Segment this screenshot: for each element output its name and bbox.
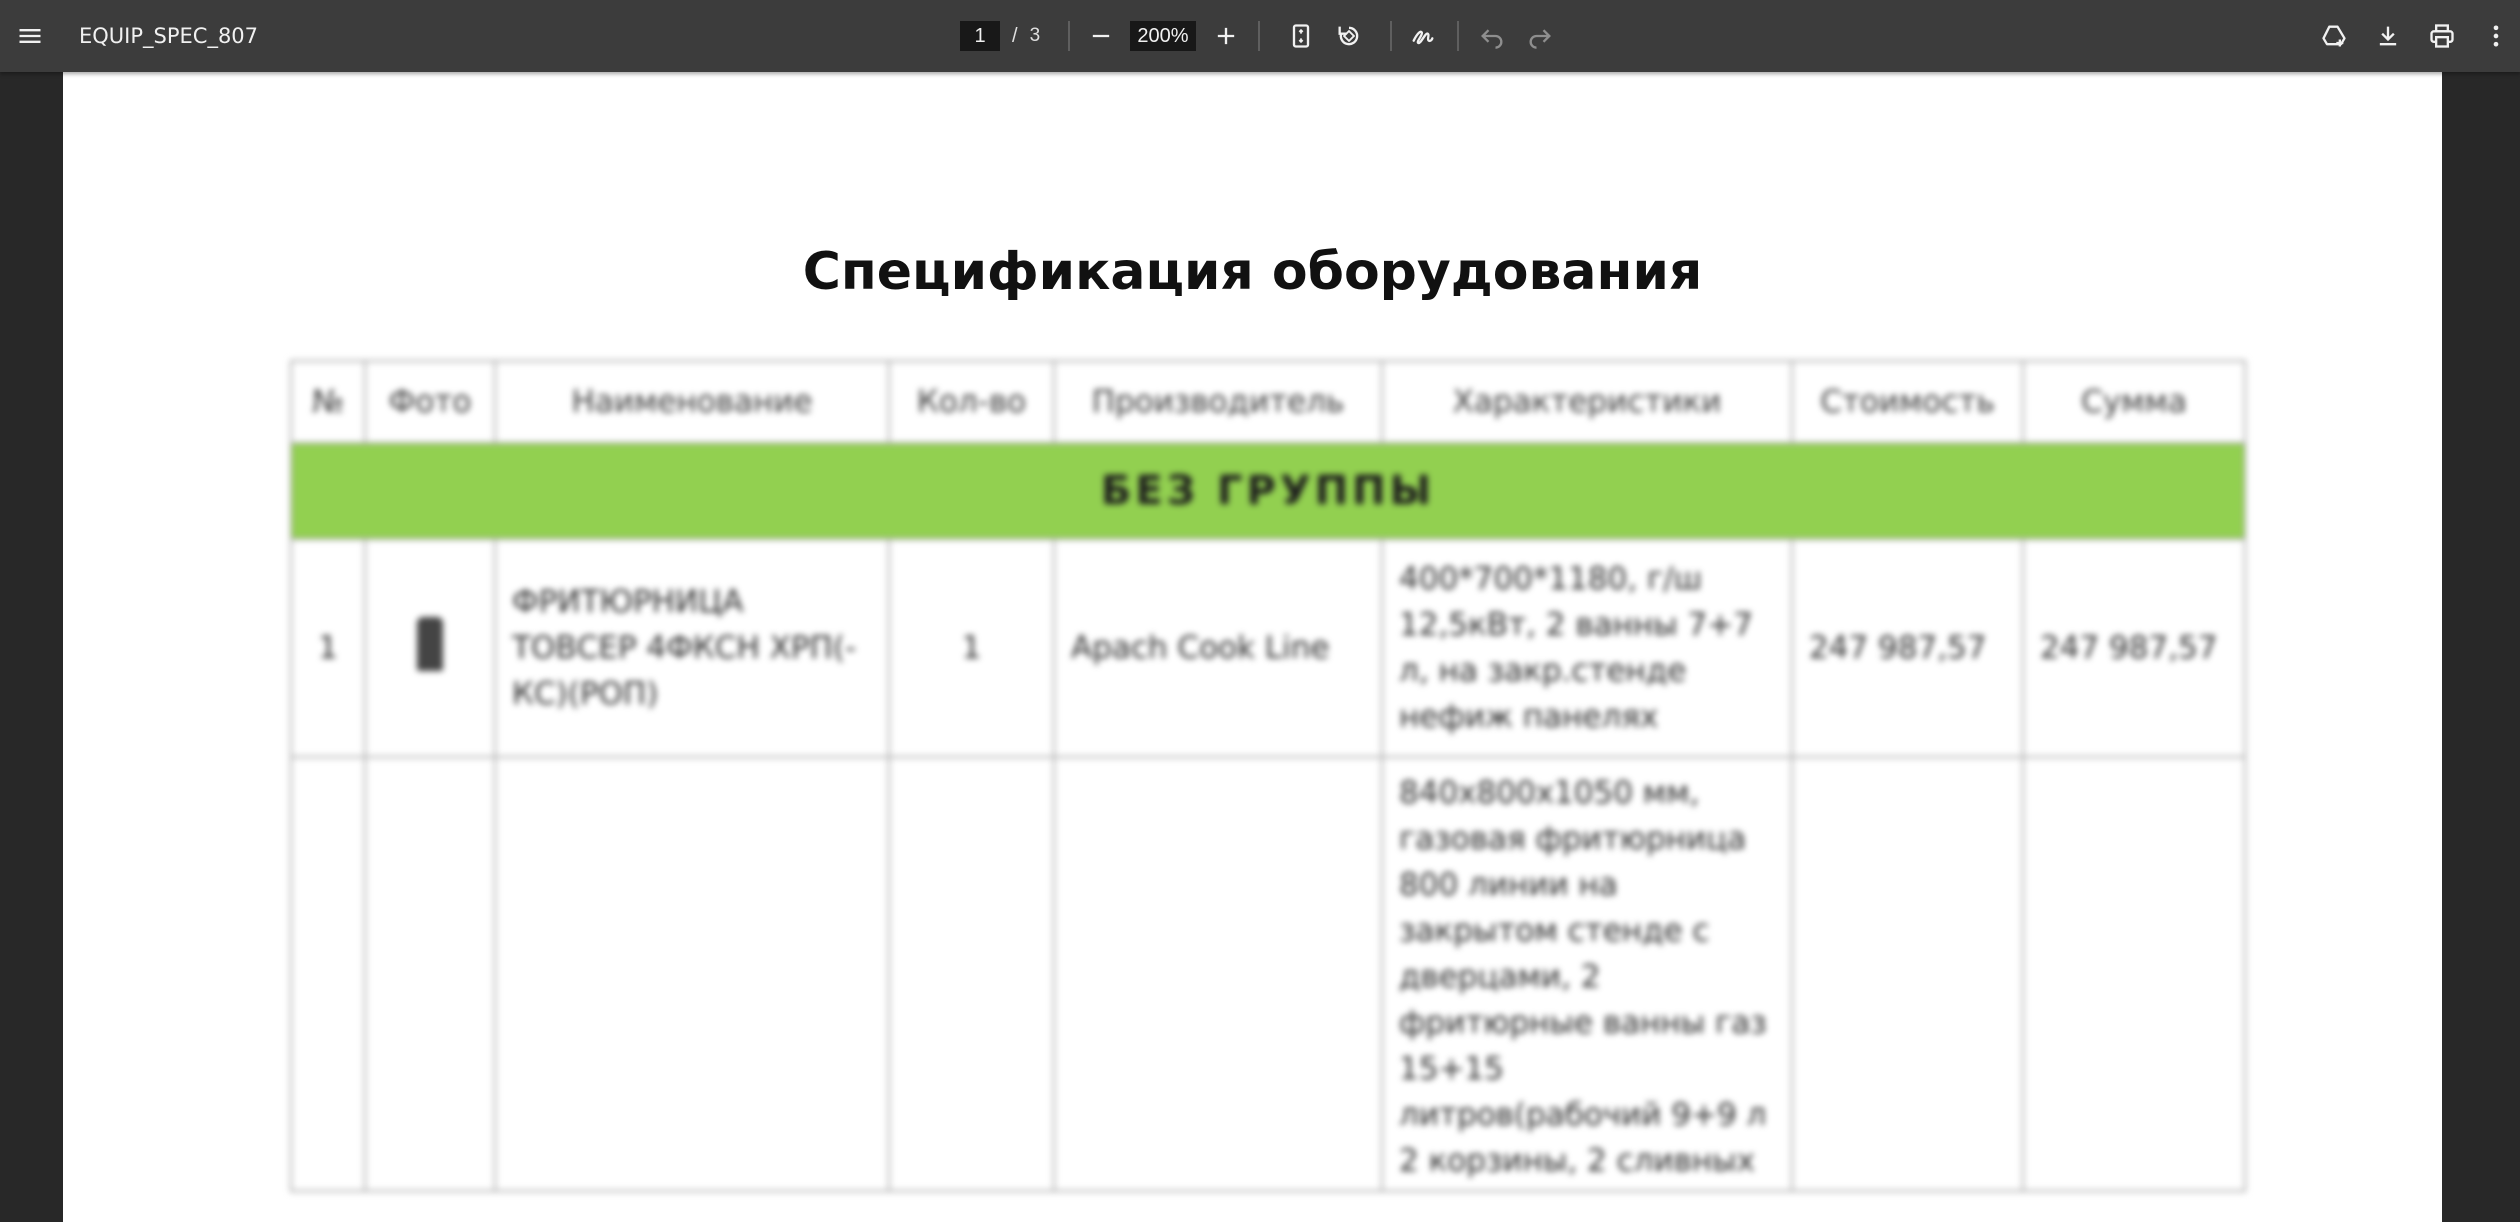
column-header: Стоимость	[1791, 360, 2024, 444]
manufacturer: Apach Cook Line	[1053, 538, 1383, 758]
table-header-row: № Фото Наименование Кол-во Производитель…	[290, 360, 2246, 444]
page-separator: /	[1012, 24, 1018, 47]
toolbar-divider	[1457, 21, 1459, 51]
zoom-input[interactable]: 200%	[1130, 21, 1196, 51]
toolbar-divider	[1068, 21, 1070, 51]
product-name: ФРИТЮРНИЦА ТОВСЕР 4ФКСН ХРП(-КС)(РОП)	[494, 538, 890, 758]
pen-icon[interactable]	[1399, 12, 1447, 60]
column-header: Наименование	[494, 360, 890, 444]
spec-table-container: № Фото Наименование Кол-во Производитель…	[290, 360, 2246, 1192]
row-number	[290, 756, 366, 1192]
rotate-icon[interactable]	[1325, 12, 1373, 60]
group-row: БЕЗ ГРУППЫ	[290, 442, 2246, 540]
toolbar-divider	[1390, 21, 1392, 51]
drive-add-icon[interactable]	[2310, 12, 2358, 60]
group-label: БЕЗ ГРУППЫ	[290, 442, 2246, 540]
column-header: №	[290, 360, 366, 444]
quantity: 1	[888, 538, 1055, 758]
product-name	[494, 756, 890, 1192]
page-title: Спецификация оборудования	[802, 242, 1703, 302]
pdf-page: Спецификация оборудования № Фото Наимено…	[63, 72, 2442, 1222]
specifications: 400*700*1180, г/ш 12,5кВт, 2 ванны 7+7 л…	[1381, 538, 1793, 758]
row-number: 1	[290, 538, 366, 758]
column-header: Сумма	[2022, 360, 2246, 444]
print-icon[interactable]	[2418, 12, 2466, 60]
column-header: Производитель	[1053, 360, 1383, 444]
product-photo	[364, 538, 496, 758]
quantity	[888, 756, 1055, 1192]
page-number-input[interactable]: 1	[960, 21, 1000, 51]
column-header: Кол-во	[888, 360, 1055, 444]
page-total: 3	[1029, 25, 1041, 46]
table-row: 840х800х1050 мм, газовая фритюрница 800 …	[290, 756, 2246, 1192]
redo-icon[interactable]	[1516, 12, 1564, 60]
total-sum: 247 987,57	[2022, 538, 2246, 758]
menu-icon[interactable]	[6, 12, 54, 60]
column-header: Фото	[364, 360, 496, 444]
document-title: EQUIP_SPEC_807	[79, 24, 259, 48]
column-header: Характеристики	[1381, 360, 1793, 444]
download-icon[interactable]	[2364, 12, 2412, 60]
fit-page-icon[interactable]	[1277, 12, 1325, 60]
unit-price	[1791, 756, 2024, 1192]
minus-icon[interactable]	[1077, 12, 1125, 60]
total-sum	[2022, 756, 2246, 1192]
pdf-toolbar: EQUIP_SPEC_807 1 / 3 200%	[0, 0, 2520, 72]
product-thumbnail-icon	[417, 617, 443, 671]
undo-icon[interactable]	[1468, 12, 1516, 60]
table-row: 1 ФРИТЮРНИЦА ТОВСЕР 4ФКСН ХРП(-КС)(РОП) …	[290, 538, 2246, 758]
unit-price: 247 987,57	[1791, 538, 2024, 758]
plus-icon[interactable]	[1202, 12, 1250, 60]
specifications: 840х800х1050 мм, газовая фритюрница 800 …	[1381, 756, 1793, 1192]
product-photo	[364, 756, 496, 1192]
spec-table: № Фото Наименование Кол-во Производитель…	[290, 360, 2246, 1192]
more-vert-icon[interactable]	[2472, 12, 2520, 60]
manufacturer	[1053, 756, 1383, 1192]
toolbar-divider	[1258, 21, 1260, 51]
